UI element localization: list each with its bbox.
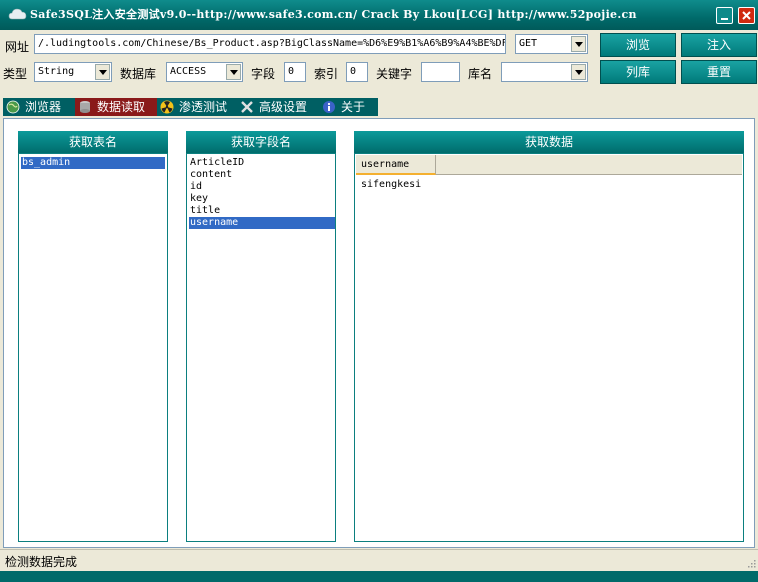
toolbar: 网址 /.ludingtools.com/Chinese/Bs_Product.… xyxy=(0,30,758,88)
inject-button[interactable]: 注入 xyxy=(681,33,757,57)
tab-data-read[interactable]: 数据读取 xyxy=(75,98,157,116)
tab-label: 关于 xyxy=(341,100,366,114)
reset-button[interactable]: 重置 xyxy=(681,60,757,84)
globe-icon xyxy=(6,100,20,114)
column-header-username[interactable]: username xyxy=(356,155,436,175)
list-item[interactable]: username xyxy=(189,217,335,229)
index-label: 索引 xyxy=(314,67,339,81)
keyword-input[interactable] xyxy=(421,62,460,82)
list-item[interactable]: content xyxy=(189,169,335,181)
chevron-down-icon[interactable] xyxy=(571,64,586,80)
tab-pentest[interactable]: 渗透测试 xyxy=(157,98,237,116)
tab-label: 浏览器 xyxy=(25,100,62,114)
window-title: Safe3SQL注入安全测试v9.0--http://www.safe3.com… xyxy=(30,8,637,21)
cloud-icon xyxy=(8,8,27,20)
tab-browser[interactable]: 浏览器 xyxy=(3,98,73,116)
chevron-down-icon[interactable] xyxy=(95,64,110,80)
db-select[interactable]: ACCESS xyxy=(166,62,243,82)
data-header: 获取数据 xyxy=(354,131,744,153)
tab-advanced[interactable]: 高级设置 xyxy=(237,98,319,116)
chevron-down-icon[interactable] xyxy=(226,64,241,80)
data-grid[interactable]: username sifengkesi xyxy=(354,153,744,542)
list-item[interactable]: title xyxy=(189,205,335,217)
db-label: 数据库 xyxy=(120,67,157,81)
field-label: 字段 xyxy=(251,67,276,81)
field-input[interactable]: 0 xyxy=(284,62,306,82)
resize-grip-icon[interactable] xyxy=(746,558,756,568)
list-item[interactable]: key xyxy=(189,193,335,205)
url-label: 网址 xyxy=(5,40,30,54)
url-input[interactable]: /.ludingtools.com/Chinese/Bs_Product.asp… xyxy=(34,34,506,54)
tab-label: 数据读取 xyxy=(97,100,146,114)
data-read-panel: 获取表名 bs_admin 获取字段名 ArticleID content id… xyxy=(3,118,755,548)
type-label: 类型 xyxy=(3,67,28,81)
method-value: GET xyxy=(519,38,538,49)
fields-list[interactable]: ArticleID content id key title username xyxy=(186,153,336,542)
browse-button[interactable]: 浏览 xyxy=(600,33,676,57)
tab-bar: 浏览器 数据读取 渗透测试 高级设置 关于 xyxy=(0,98,758,118)
info-icon xyxy=(323,101,335,113)
title-bar: Safe3SQL注入安全测试v9.0--http://www.safe3.com… xyxy=(0,0,758,30)
tab-label: 高级设置 xyxy=(259,100,308,114)
status-bar: 检测数据完成 xyxy=(0,549,758,571)
list-item[interactable]: bs_admin xyxy=(21,157,165,169)
table-cell[interactable]: sifengkesi xyxy=(361,179,421,191)
tables-header: 获取表名 xyxy=(18,131,168,153)
database-icon xyxy=(80,101,90,113)
keyword-label: 关键字 xyxy=(376,67,413,81)
tab-about[interactable]: 关于 xyxy=(319,98,378,116)
grid-header-row: username xyxy=(356,155,742,175)
close-button[interactable] xyxy=(738,7,755,24)
type-select[interactable]: String xyxy=(34,62,112,82)
minimize-button[interactable] xyxy=(716,7,733,24)
list-item[interactable]: ArticleID xyxy=(189,157,335,169)
index-input[interactable]: 0 xyxy=(346,62,368,82)
list-db-button[interactable]: 列库 xyxy=(600,60,676,84)
bottom-bar xyxy=(0,571,758,582)
tools-icon xyxy=(241,101,253,113)
status-text: 检测数据完成 xyxy=(5,555,78,569)
tab-strip: 浏览器 数据读取 渗透测试 高级设置 关于 xyxy=(3,98,378,116)
list-item[interactable]: id xyxy=(189,181,335,193)
close-icon xyxy=(742,11,751,20)
fields-header: 获取字段名 xyxy=(186,131,336,153)
radiation-icon xyxy=(160,100,174,114)
tab-label: 渗透测试 xyxy=(179,100,228,114)
dbname-select[interactable] xyxy=(501,62,588,82)
dbname-label: 库名 xyxy=(468,67,493,81)
chevron-down-icon[interactable] xyxy=(571,36,586,52)
type-value: String xyxy=(38,66,75,77)
method-select[interactable]: GET xyxy=(515,34,588,54)
tables-list[interactable]: bs_admin xyxy=(18,153,168,542)
db-value: ACCESS xyxy=(170,66,207,77)
